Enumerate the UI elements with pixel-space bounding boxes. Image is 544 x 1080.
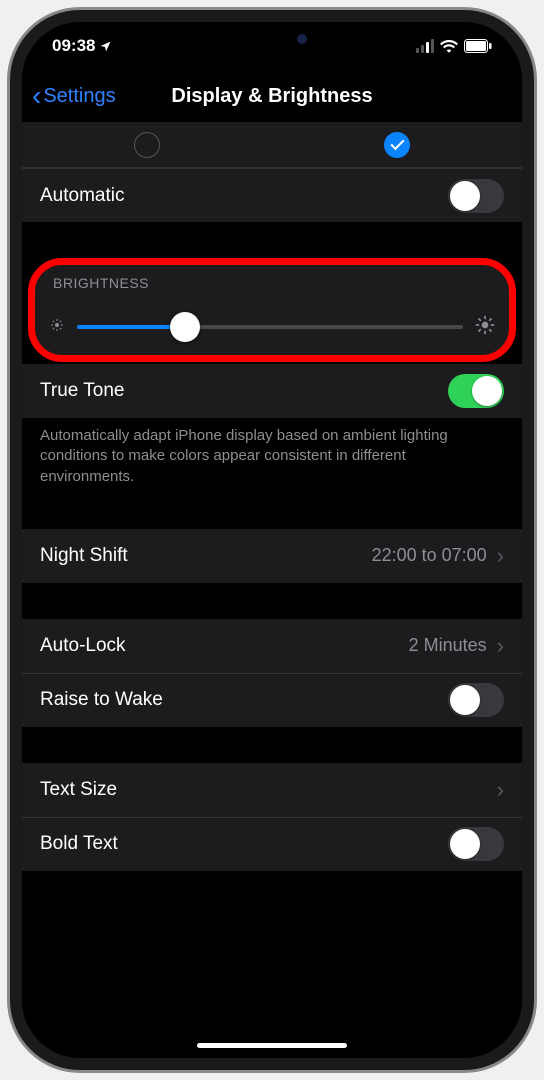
true-tone-row[interactable]: True Tone: [22, 364, 522, 418]
sun-max-icon: [475, 315, 495, 340]
front-camera: [297, 34, 307, 44]
cellular-signal-icon: [416, 39, 434, 53]
text-size-row[interactable]: Text Size ›: [22, 763, 522, 817]
raise-to-wake-label: Raise to Wake: [40, 689, 163, 711]
brightness-header: BRIGHTNESS: [35, 265, 509, 299]
notch: [157, 22, 387, 56]
true-tone-label: True Tone: [40, 380, 125, 402]
slider-thumb[interactable]: [170, 312, 200, 342]
bold-text-row[interactable]: Bold Text: [22, 817, 522, 871]
brightness-slider[interactable]: [77, 325, 463, 329]
toggle-knob: [450, 829, 480, 859]
location-icon: [99, 40, 112, 53]
chevron-right-icon: ›: [497, 543, 504, 569]
chevron-right-icon: ›: [497, 633, 504, 659]
text-size-label: Text Size: [40, 779, 117, 801]
night-shift-group: Night Shift 22:00 to 07:00 ›: [22, 529, 522, 583]
true-tone-group: True Tone Automatically adapt iPhone dis…: [22, 364, 522, 499]
raise-to-wake-toggle[interactable]: [448, 683, 504, 717]
night-shift-row[interactable]: Night Shift 22:00 to 07:00 ›: [22, 529, 522, 583]
back-label: Settings: [43, 85, 115, 108]
screen: 09:38 ‹ Settings Display & Brightnes: [22, 22, 522, 1058]
raise-to-wake-row[interactable]: Raise to Wake: [22, 673, 522, 727]
night-shift-label: Night Shift: [40, 545, 128, 567]
page-title: Display & Brightness: [171, 85, 372, 108]
lock-group: Auto-Lock 2 Minutes › Raise to Wake: [22, 619, 522, 727]
bold-text-toggle[interactable]: [448, 827, 504, 861]
automatic-label: Automatic: [40, 185, 124, 207]
battery-icon: [464, 39, 492, 53]
wifi-icon: [440, 39, 458, 53]
text-group: Text Size › Bold Text: [22, 763, 522, 871]
night-shift-value: 22:00 to 07:00: [372, 545, 487, 566]
appearance-group: Automatic: [22, 122, 522, 222]
navigation-bar: ‹ Settings Display & Brightness: [22, 70, 522, 122]
chevron-right-icon: ›: [497, 777, 504, 803]
check-icon: [390, 136, 404, 150]
brightness-highlight: BRIGHTNESS: [28, 258, 516, 362]
automatic-toggle[interactable]: [448, 179, 504, 213]
sun-min-icon: [49, 317, 65, 338]
status-time: 09:38: [52, 36, 95, 56]
auto-lock-value: 2 Minutes: [409, 635, 487, 656]
brightness-slider-row: [35, 299, 509, 355]
automatic-row[interactable]: Automatic: [22, 168, 522, 222]
slider-fill: [77, 325, 185, 329]
appearance-light-radio[interactable]: [134, 132, 160, 158]
bold-text-label: Bold Text: [40, 833, 118, 855]
settings-list: Automatic BRIGHTNESS: [22, 122, 522, 1058]
back-button[interactable]: ‹ Settings: [32, 82, 116, 110]
true-tone-footer: Automatically adapt iPhone display based…: [22, 418, 522, 499]
toggle-knob: [472, 376, 502, 406]
appearance-radio-row: [22, 122, 522, 168]
appearance-dark-radio[interactable]: [384, 132, 410, 158]
iphone-frame: 09:38 ‹ Settings Display & Brightnes: [10, 10, 534, 1070]
auto-lock-label: Auto-Lock: [40, 635, 126, 657]
home-indicator[interactable]: [197, 1043, 347, 1048]
true-tone-toggle[interactable]: [448, 374, 504, 408]
toggle-knob: [450, 181, 480, 211]
chevron-left-icon: ‹: [32, 82, 41, 110]
toggle-knob: [450, 685, 480, 715]
auto-lock-row[interactable]: Auto-Lock 2 Minutes ›: [22, 619, 522, 673]
